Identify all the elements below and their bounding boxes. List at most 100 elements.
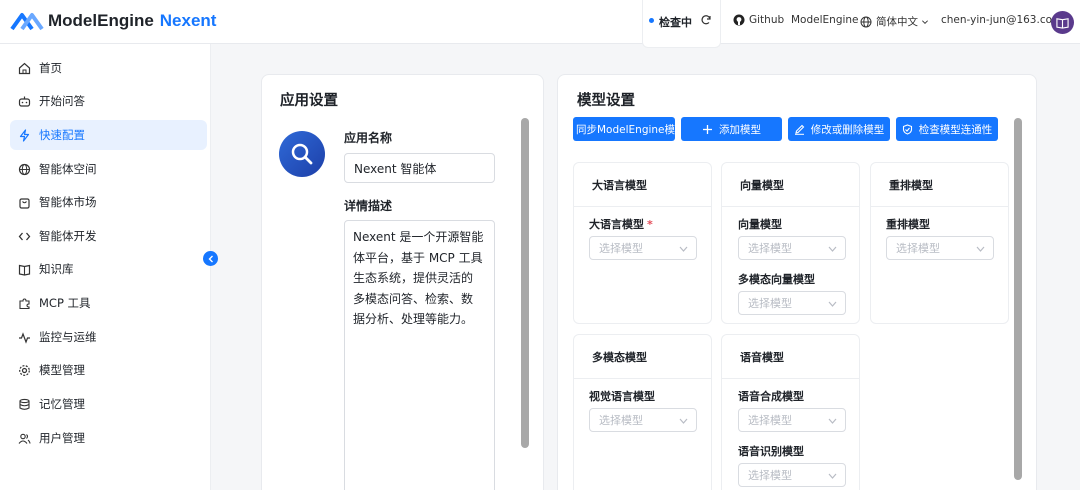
edit-delete-model-button[interactable]: 修改或删除模型 (788, 117, 890, 141)
add-model-label: 添加模型 (719, 123, 761, 136)
logo-text: ModelEngine (48, 11, 154, 30)
logo[interactable]: ModelEngine Nexent (10, 9, 216, 33)
sidebar-item-user-management[interactable]: 用户管理 (10, 423, 207, 453)
voice-card-title: 语音模型 (722, 335, 859, 379)
select-placeholder: 选择模型 (896, 242, 940, 255)
multimodal-embedding-select[interactable]: 选择模型 (738, 291, 846, 315)
check-connectivity-button[interactable]: 检查模型连通性 (896, 117, 998, 141)
logo-icon (10, 13, 44, 31)
sidebar-item-quick-setup[interactable]: 快速配置 (10, 120, 207, 150)
llm-card-title: 大语言模型 (574, 163, 711, 207)
tts-model-label: 语音合成模型 (738, 390, 804, 403)
top-bar: ModelEngine Nexent 检查中 Github ModelEngin… (0, 0, 1080, 48)
sidebar-item-mcp-tools[interactable]: MCP 工具 (10, 288, 207, 318)
multimodal-card-title: 多模态模型 (574, 335, 711, 379)
llm-model-select[interactable]: 选择模型 (589, 236, 697, 260)
sidebar-item-label: 智能体市场 (39, 195, 97, 209)
puzzle-icon (19, 297, 30, 309)
description-line: 据分析、处理等能力。 (353, 312, 474, 326)
github-icon (733, 14, 745, 26)
status-label: 检查中 (659, 16, 692, 29)
required-mark: * (647, 218, 653, 231)
asr-model-select[interactable]: 选择模型 (738, 463, 846, 487)
book-icon (18, 264, 31, 276)
language-label: 简体中文 (876, 16, 918, 28)
sidebar-item-label: 监控与运维 (39, 330, 97, 344)
sidebar-item-agent-market[interactable]: 智能体市场 (10, 187, 207, 217)
sidebar-item-model-management[interactable]: 模型管理 (10, 355, 207, 385)
chat-bot-icon (18, 96, 31, 107)
modelengine-link[interactable]: ModelEngine (791, 14, 859, 26)
chevron-down-icon (828, 473, 837, 479)
sidebar-item-label: 快速配置 (39, 128, 85, 142)
gear-icon (19, 364, 30, 376)
vision-language-model-label: 视觉语言模型 (589, 390, 655, 403)
sidebar-collapse-button[interactable] (203, 251, 218, 266)
select-placeholder: 选择模型 (599, 242, 643, 255)
chevron-down-icon (922, 19, 928, 24)
sync-button-label: 同步ModelEngine模型 (576, 123, 675, 136)
select-placeholder: 选择模型 (748, 469, 792, 482)
avatar[interactable] (1051, 11, 1074, 34)
sidebar-item-chat[interactable]: 开始问答 (10, 86, 207, 116)
sidebar-item-home[interactable]: 首页 (10, 53, 207, 83)
app-avatar[interactable] (279, 131, 325, 177)
sidebar-item-agent-dev[interactable]: 智能体开发 (10, 221, 207, 251)
chevron-down-icon (828, 301, 837, 307)
app-name-label: 应用名称 (344, 131, 393, 145)
user-email-label: chen-yin-jun@163.com (941, 14, 1063, 26)
chevron-left-icon (208, 255, 213, 262)
edit-icon (794, 124, 805, 135)
rerank-model-select[interactable]: 选择模型 (886, 236, 994, 260)
sidebar-item-agent-space[interactable]: 智能体空间 (10, 154, 207, 184)
plus-icon (703, 124, 712, 134)
chevron-down-icon (679, 418, 688, 424)
github-link[interactable]: Github (733, 14, 784, 26)
check-connectivity-label: 检查模型连通性 (918, 123, 993, 136)
description-line: Nexent 是一个开源智能 (353, 230, 484, 244)
sidebar-item-memory-management[interactable]: 记忆管理 (10, 389, 207, 419)
database-icon (19, 398, 30, 410)
chevron-down-icon (679, 246, 688, 252)
sidebar-item-monitoring[interactable]: 监控与运维 (10, 322, 207, 352)
language-selector[interactable]: 简体中文 (860, 14, 933, 29)
home-icon (18, 62, 31, 74)
sidebar-item-label: MCP 工具 (39, 296, 91, 310)
chevron-down-icon (976, 246, 985, 252)
select-placeholder: 选择模型 (748, 297, 792, 310)
shield-check-icon (902, 123, 912, 135)
app-settings-scrollbar[interactable] (521, 118, 529, 448)
edit-model-label: 修改或删除模型 (810, 123, 885, 136)
logo-accent-text: Nexent (159, 11, 217, 30)
select-placeholder: 选择模型 (748, 242, 792, 255)
rerank-model-label: 重排模型 (886, 218, 930, 231)
description-textarea[interactable]: Nexent 是一个开源智能 体平台，基于 MCP 工具 生态系统，提供灵活的 … (344, 220, 495, 490)
lightning-icon (19, 128, 30, 142)
app-name-input[interactable]: Nexent 智能体 (344, 153, 495, 183)
model-settings-scrollbar[interactable] (1014, 118, 1022, 480)
description-label: 详情描述 (344, 199, 393, 213)
app-settings-title: 应用设置 (280, 93, 338, 109)
sidebar-item-label: 知识库 (39, 262, 74, 276)
sidebar-item-label: 首页 (39, 61, 62, 75)
search-icon (291, 143, 313, 165)
sidebar-item-label: 开始问答 (39, 94, 85, 108)
description-line: 体平台，基于 MCP 工具 (353, 250, 483, 265)
github-label: Github (749, 14, 785, 26)
model-settings-title: 模型设置 (577, 93, 635, 109)
globe-icon (18, 163, 31, 175)
embedding-model-select[interactable]: 选择模型 (738, 236, 846, 260)
asr-model-label: 语音识别模型 (738, 445, 804, 458)
select-placeholder: 选择模型 (599, 414, 643, 427)
refresh-icon[interactable] (700, 14, 712, 26)
sidebar-item-label: 智能体开发 (39, 229, 97, 243)
vision-language-model-select[interactable]: 选择模型 (589, 408, 697, 432)
sidebar-item-knowledge-base[interactable]: 知识库 (10, 254, 207, 284)
add-model-button[interactable]: 添加模型 (681, 117, 782, 141)
modelengine-label: ModelEngine (791, 14, 859, 26)
multimodal-embedding-label: 多模态向量模型 (738, 273, 815, 286)
sync-modelengine-button[interactable]: 同步ModelEngine模型 (573, 117, 675, 141)
sidebar-item-label: 智能体空间 (39, 162, 97, 176)
tts-model-select[interactable]: 选择模型 (738, 408, 846, 432)
user-email[interactable]: chen-yin-jun@163.com (941, 14, 1062, 26)
